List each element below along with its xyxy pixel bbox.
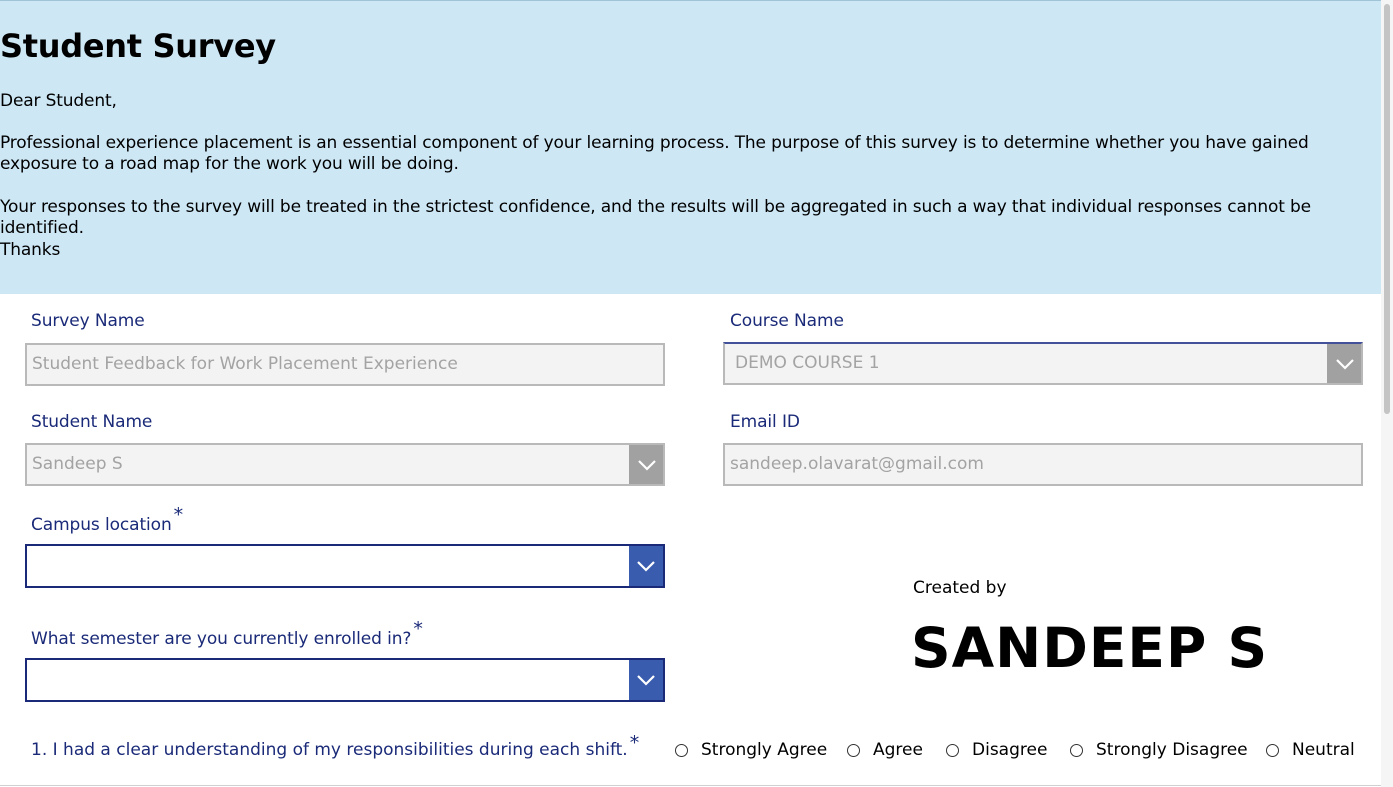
intro-paragraph-2: Your responses to the survey will be tre… (0, 197, 1311, 238)
option-strongly-disagree[interactable]: Strongly Disagree (1070, 740, 1248, 760)
course-name-dropdown[interactable]: DEMO COURSE 1 (723, 342, 1363, 385)
greeting-text: Dear Student, (0, 91, 117, 111)
scrollbar-thumb[interactable] (1384, 4, 1390, 414)
radio-unchecked-icon[interactable] (1266, 743, 1279, 757)
required-mark: * (173, 504, 184, 526)
semester-label-text: What semester are you currently enrolled… (31, 629, 412, 649)
email-label: Email ID (730, 412, 800, 432)
option-agree[interactable]: Agree (847, 740, 923, 760)
semester-label: What semester are you currently enrolled… (31, 618, 423, 649)
chevron-down-icon[interactable] (629, 546, 663, 586)
option-label: Neutral (1292, 740, 1355, 760)
option-label: Strongly Disagree (1096, 740, 1248, 760)
radio-unchecked-icon[interactable] (1070, 743, 1083, 757)
radio-unchecked-icon[interactable] (847, 743, 860, 757)
intro-banner: Student Survey Dear Student, Professiona… (0, 0, 1381, 294)
semester-dropdown[interactable] (25, 658, 665, 702)
intro-paragraph-1: Professional experience placement is an … (0, 133, 1309, 174)
divider (0, 785, 1381, 786)
student-name-value: Sandeep S (32, 454, 123, 474)
created-by-label: Created by (913, 578, 1007, 598)
chevron-down-icon[interactable] (629, 445, 663, 484)
email-field: sandeep.olavarat@gmail.com (723, 443, 1363, 486)
thanks-text: Thanks (0, 240, 61, 260)
student-name-label: Student Name (31, 412, 153, 432)
course-name-value: DEMO COURSE 1 (735, 353, 880, 373)
student-name-dropdown[interactable]: Sandeep S (25, 443, 665, 486)
course-name-label: Course Name (730, 311, 844, 331)
page-title: Student Survey (0, 27, 276, 65)
option-label: Disagree (972, 740, 1048, 760)
survey-name-field: Student Feedback for Work Placement Expe… (25, 343, 665, 386)
radio-unchecked-icon[interactable] (946, 743, 959, 757)
option-neutral[interactable]: Neutral (1266, 740, 1355, 760)
campus-location-label-text: Campus location (31, 515, 172, 535)
chevron-down-icon[interactable] (1327, 344, 1361, 383)
required-mark: * (629, 732, 640, 754)
author-name: SANDEEP S (911, 616, 1269, 680)
option-disagree[interactable]: Disagree (946, 740, 1047, 760)
survey-name-label: Survey Name (31, 311, 145, 331)
option-label: Agree (873, 740, 923, 760)
question-1-label: 1. I had a clear understanding of my res… (31, 740, 628, 760)
question-1-text: 1. I had a clear understanding of my res… (31, 732, 639, 760)
radio-unchecked-icon[interactable] (675, 743, 688, 757)
option-strongly-agree[interactable]: Strongly Agree (675, 740, 827, 760)
campus-location-label: Campus location * (31, 504, 183, 535)
required-mark: * (413, 618, 423, 640)
campus-location-dropdown[interactable] (25, 544, 665, 588)
chevron-down-icon[interactable] (629, 660, 663, 700)
option-label: Strongly Agree (701, 740, 828, 760)
